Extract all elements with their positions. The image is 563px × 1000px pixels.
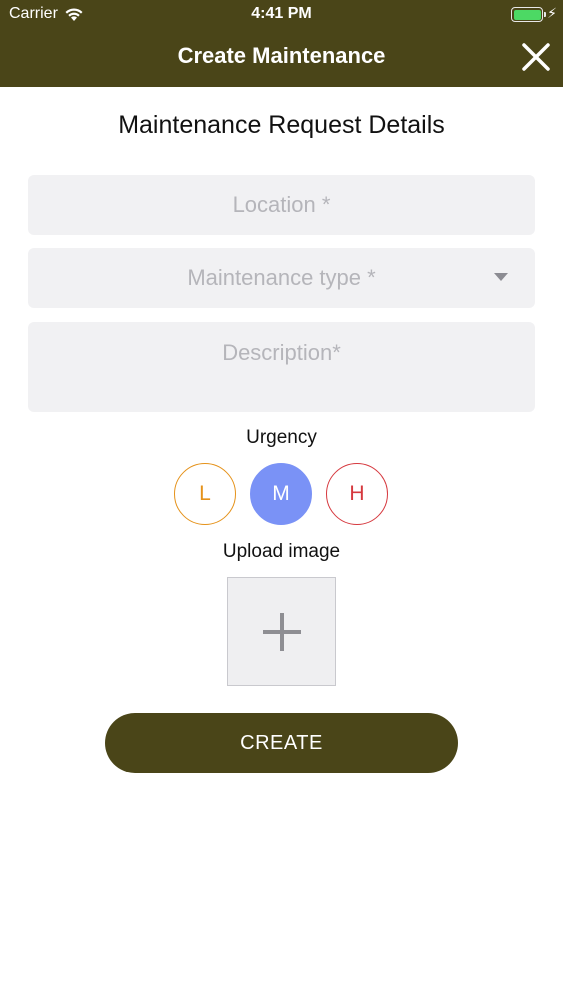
- close-button[interactable]: [519, 40, 553, 74]
- upload-image-label: Upload image: [222, 541, 341, 562]
- create-button-label: CREATE: [240, 732, 323, 754]
- charging-icon: ⚡: [547, 5, 557, 21]
- chevron-down-icon: [494, 273, 508, 281]
- close-icon: [522, 43, 550, 71]
- urgency-label: Urgency: [246, 427, 317, 448]
- urgency-high-button[interactable]: H: [326, 463, 388, 525]
- location-field[interactable]: Location *: [28, 175, 535, 235]
- location-placeholder: Location *: [232, 192, 331, 217]
- description-field[interactable]: Description*: [28, 322, 535, 412]
- nav-bar: Create Maintenance: [0, 28, 563, 87]
- urgency-low-button[interactable]: L: [174, 463, 236, 525]
- urgency-low-label: L: [199, 482, 211, 505]
- urgency-high-label: H: [349, 482, 365, 505]
- upload-image-button[interactable]: [227, 577, 336, 686]
- status-time: 4:41 PM: [251, 5, 312, 22]
- urgency-medium-button[interactable]: M: [250, 463, 312, 525]
- section-title: Maintenance Request Details: [118, 111, 445, 139]
- battery-icon: [511, 7, 546, 22]
- status-bar: Carrier 4:41 PM ⚡: [0, 0, 563, 28]
- maintenance-type-placeholder: Maintenance type *: [187, 265, 376, 290]
- urgency-medium-label: M: [272, 482, 290, 505]
- create-button[interactable]: CREATE: [105, 713, 458, 773]
- description-placeholder: Description*: [222, 340, 341, 365]
- page-title: Create Maintenance: [177, 43, 386, 68]
- maintenance-type-select[interactable]: Maintenance type *: [28, 248, 535, 308]
